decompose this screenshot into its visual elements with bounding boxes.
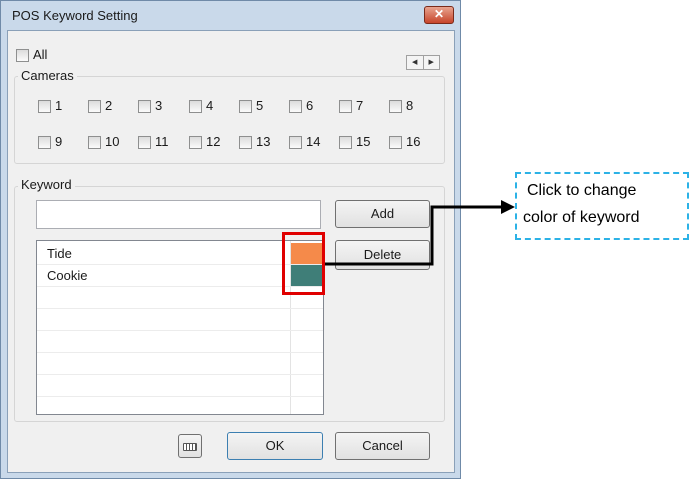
camera-label: 7	[356, 98, 364, 113]
ok-button[interactable]: OK	[227, 432, 323, 460]
camera-checkbox-10[interactable]	[88, 136, 101, 149]
camera-label: 1	[55, 98, 63, 113]
camera-label: 10	[105, 134, 120, 149]
camera-checkbox-12[interactable]	[189, 136, 202, 149]
keyword-text: Cookie	[47, 268, 88, 283]
camera-checkbox-11[interactable]	[138, 136, 151, 149]
camera-label: 14	[306, 134, 321, 149]
camera-label: 13	[256, 134, 271, 149]
list-item[interactable]	[37, 309, 323, 331]
dialog-title: POS Keyword Setting	[12, 8, 138, 23]
close-icon: ✕	[433, 7, 445, 21]
dialog-client: All ◀ ▶ Cameras 1 2 3 4 5 6 7 8 9 10 11 12 13 14 15 16 …	[7, 30, 455, 473]
keyword-list[interactable]: Tide Cookie	[36, 240, 324, 415]
keyword-legend: Keyword	[18, 177, 75, 192]
cancel-button[interactable]: Cancel	[335, 432, 430, 460]
list-item[interactable]	[37, 375, 323, 397]
add-button[interactable]: Add	[335, 200, 430, 228]
list-item[interactable]: Cookie	[37, 265, 323, 287]
camera-checkbox-3[interactable]	[138, 100, 151, 113]
camera-checkbox-14[interactable]	[289, 136, 302, 149]
camera-label: 4	[206, 98, 214, 113]
camera-label: 6	[306, 98, 314, 113]
delete-button[interactable]: Delete	[335, 240, 430, 270]
close-button[interactable]: ✕	[424, 6, 454, 24]
scroll-left-icon[interactable]: ◀	[407, 56, 423, 69]
camera-checkbox-9[interactable]	[38, 136, 51, 149]
camera-label: 8	[406, 98, 414, 113]
camera-checkbox-8[interactable]	[389, 100, 402, 113]
camera-label: 9	[55, 134, 63, 149]
list-item[interactable]	[37, 353, 323, 375]
title-bar: POS Keyword Setting ✕	[1, 1, 460, 30]
keyboard-icon	[183, 443, 197, 451]
pos-keyword-dialog: POS Keyword Setting ✕ All ◀ ▶ Cameras 12…	[0, 0, 461, 479]
cameras-group	[14, 76, 445, 164]
camera-label: 15	[356, 134, 371, 149]
camera-label: 2	[105, 98, 113, 113]
camera-checkbox-4[interactable]	[189, 100, 202, 113]
list-item[interactable]: Tide	[37, 243, 323, 265]
scroll-right-icon[interactable]: ▶	[422, 56, 440, 69]
list-item[interactable]	[37, 287, 323, 309]
camera-page-scroller[interactable]: ◀ ▶	[406, 55, 440, 70]
callout-line-2: color of keyword	[523, 209, 640, 226]
camera-checkbox-13[interactable]	[239, 136, 252, 149]
camera-checkbox-16[interactable]	[389, 136, 402, 149]
camera-checkbox-2[interactable]	[88, 100, 101, 113]
camera-label: 16	[406, 134, 421, 149]
camera-checkbox-5[interactable]	[239, 100, 252, 113]
cameras-legend: Cameras	[18, 68, 77, 83]
camera-label: 11	[155, 134, 169, 149]
all-label: All	[33, 47, 48, 62]
keyword-input[interactable]	[36, 200, 321, 229]
camera-label: 5	[256, 98, 264, 113]
camera-checkbox-6[interactable]	[289, 100, 302, 113]
annotation-callout: Click to change color of keyword	[515, 172, 689, 240]
camera-checkbox-15[interactable]	[339, 136, 352, 149]
all-checkbox[interactable]	[16, 49, 29, 62]
color-swatch-highlight	[282, 232, 325, 295]
camera-checkbox-1[interactable]	[38, 100, 51, 113]
callout-line-1: Click to change	[527, 182, 637, 199]
camera-label: 3	[155, 98, 163, 113]
keyboard-button[interactable]	[178, 434, 202, 458]
camera-checkbox-7[interactable]	[339, 100, 352, 113]
camera-label: 12	[206, 134, 221, 149]
keyword-text: Tide	[47, 246, 72, 261]
list-item[interactable]	[37, 331, 323, 353]
